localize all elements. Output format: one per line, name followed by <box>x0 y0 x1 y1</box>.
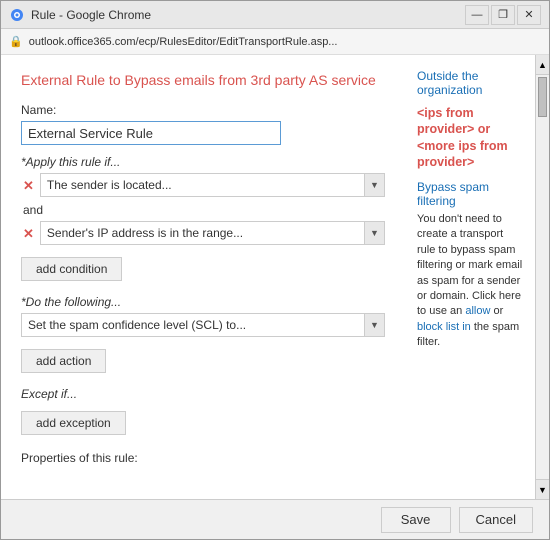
name-input[interactable] <box>21 121 281 145</box>
save-button[interactable]: Save <box>381 507 451 533</box>
add-condition-button[interactable]: add condition <box>21 257 122 281</box>
except-label: Except if... <box>21 387 385 401</box>
condition-1-arrow: ▼ <box>364 174 384 196</box>
action-1-row: Set the spam confidence level (SCL) to..… <box>21 313 385 337</box>
page-title: External Rule to Bypass emails from 3rd … <box>21 71 385 89</box>
bottom-bar: Save Cancel <box>1 499 549 539</box>
name-label: Name: <box>21 103 385 117</box>
action-1-dropdown[interactable]: Set the spam confidence level (SCL) to..… <box>21 313 385 337</box>
block-list-link[interactable]: block list in <box>417 321 471 333</box>
window-title: Rule - Google Chrome <box>31 8 465 22</box>
right-panel: Outside the organization <ips from provi… <box>405 55 535 499</box>
window: Rule - Google Chrome — ❐ ✕ 🔒 outlook.off… <box>0 0 550 540</box>
do-label: *Do the following... <box>21 295 385 309</box>
bypass-spam-link[interactable]: Bypass spam filtering <box>417 180 523 208</box>
restore-button[interactable]: ❐ <box>491 5 515 25</box>
action-1-arrow: ▼ <box>364 314 384 336</box>
window-controls: — ❐ ✕ <box>465 5 541 25</box>
minimize-button[interactable]: — <box>465 5 489 25</box>
ips-text: <ips from provider> or <more ips from pr… <box>417 105 523 170</box>
condition-1-row: ✕ The sender is located... ▼ <box>21 173 385 197</box>
apply-label: *Apply this rule if... <box>21 155 385 169</box>
cancel-button[interactable]: Cancel <box>459 507 533 533</box>
condition-2-row: ✕ Sender's IP address is in the range...… <box>21 221 385 245</box>
remove-condition-1-button[interactable]: ✕ <box>21 179 36 192</box>
add-action-button[interactable]: add action <box>21 349 106 373</box>
scrollbar-thumb[interactable] <box>538 77 547 117</box>
browser-icon <box>9 7 25 23</box>
action-1-text: Set the spam confidence level (SCL) to..… <box>22 318 364 332</box>
condition-2-text: Sender's IP address is in the range... <box>41 226 364 240</box>
address-text: outlook.office365.com/ecp/RulesEditor/Ed… <box>29 36 338 48</box>
scroll-down-button[interactable]: ▼ <box>536 479 549 499</box>
condition-2-arrow: ▼ <box>364 222 384 244</box>
condition-1-dropdown[interactable]: The sender is located... ▼ <box>40 173 385 197</box>
properties-label: Properties of this rule: <box>21 451 385 465</box>
allow-link[interactable]: allow <box>465 305 490 317</box>
add-exception-button[interactable]: add exception <box>21 411 126 435</box>
scrollbar[interactable]: ▲ ▼ <box>535 55 549 499</box>
bypass-desc: You don't need to create a transport rul… <box>417 213 522 348</box>
and-label: and <box>21 203 385 217</box>
condition-2-dropdown[interactable]: Sender's IP address is in the range... ▼ <box>40 221 385 245</box>
remove-condition-2-button[interactable]: ✕ <box>21 227 36 240</box>
main-panel: External Rule to Bypass emails from 3rd … <box>1 55 405 499</box>
outside-org-link[interactable]: Outside the organization <box>417 69 523 97</box>
address-bar: 🔒 outlook.office365.com/ecp/RulesEditor/… <box>1 29 549 55</box>
condition-1-text: The sender is located... <box>41 178 364 192</box>
lock-icon: 🔒 <box>9 35 23 48</box>
title-bar: Rule - Google Chrome — ❐ ✕ <box>1 1 549 29</box>
close-button[interactable]: ✕ <box>517 5 541 25</box>
scroll-up-button[interactable]: ▲ <box>536 55 549 75</box>
